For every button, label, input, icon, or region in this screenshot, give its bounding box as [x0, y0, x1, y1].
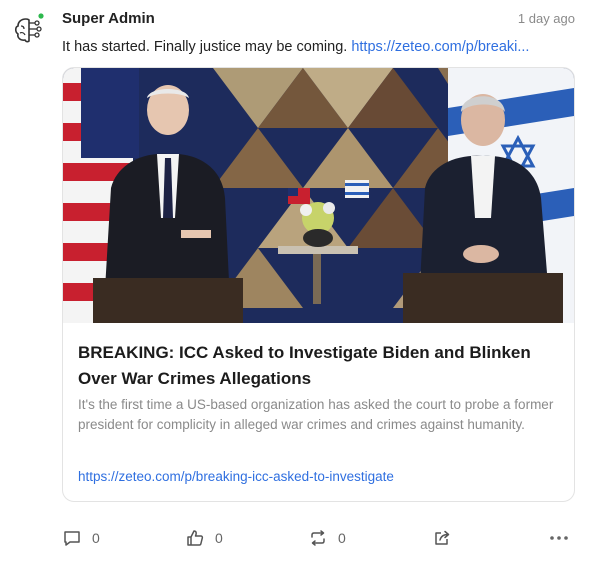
share-button[interactable]	[432, 526, 452, 550]
more-options-button[interactable]	[545, 526, 573, 550]
like-count: 0	[215, 530, 223, 546]
card-title[interactable]: BREAKING: ICC Asked to Investigate Biden…	[78, 340, 558, 392]
card-description: It's the first time a US-based organizat…	[78, 397, 554, 432]
comment-count: 0	[92, 530, 100, 546]
thumbs-up-icon	[187, 530, 204, 546]
post-text: It has started. Finally justice may be c…	[62, 39, 572, 55]
author-name[interactable]: Super Admin	[62, 10, 155, 27]
comment-icon	[64, 531, 80, 546]
repost-button[interactable]: 0	[308, 526, 346, 550]
brain-circuit-icon	[14, 13, 44, 43]
repost-icon	[311, 530, 325, 546]
avatar[interactable]	[12, 12, 46, 46]
news-photo	[63, 68, 574, 323]
post-text-content: It has started. Finally justice may be c…	[62, 39, 352, 55]
post-timestamp: 1 day ago	[517, 11, 575, 26]
link-preview-card[interactable]: BREAKING: ICC Asked to Investigate Biden…	[62, 67, 575, 502]
card-url[interactable]: https://zeteo.com/p/breaking-icc-asked-t…	[78, 469, 394, 484]
post-link[interactable]: https://zeteo.com/p/breaki...	[351, 39, 529, 55]
repost-count: 0	[338, 530, 346, 546]
like-button[interactable]: 0	[185, 526, 223, 550]
share-icon	[435, 530, 450, 545]
comment-button[interactable]: 0	[62, 526, 100, 550]
post-actions: 0 0 0	[62, 526, 573, 550]
more-icon	[550, 536, 568, 540]
